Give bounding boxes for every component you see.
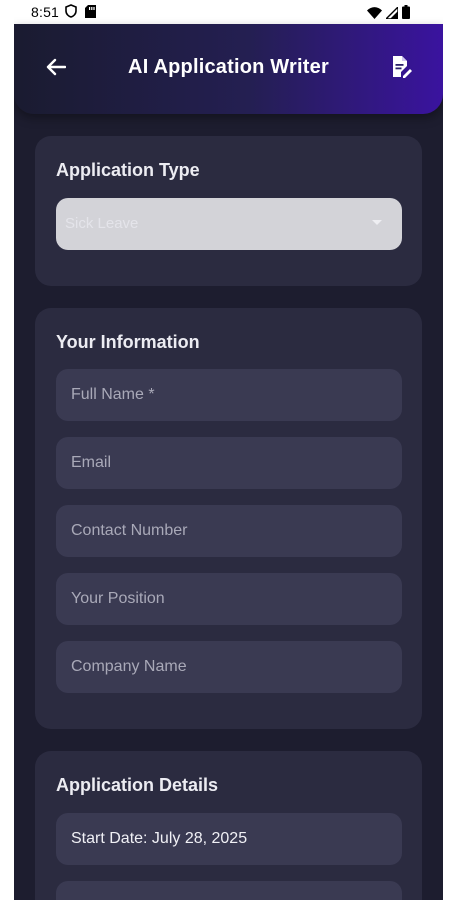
status-bar: 8:51 [14, 0, 443, 24]
application-details-card: Application Details Start Date: July 28,… [35, 751, 422, 900]
contact-number-input[interactable] [56, 505, 402, 557]
document-edit-icon [391, 55, 413, 84]
wifi-icon [367, 6, 382, 24]
position-input[interactable] [56, 573, 402, 625]
full-name-input[interactable] [56, 369, 402, 421]
application-type-selected: Sick Leave [65, 215, 139, 232]
chevron-down-icon [372, 220, 382, 225]
email-input[interactable] [56, 437, 402, 489]
app-bar: AI Application Writer [14, 24, 443, 114]
sd-card-icon [85, 4, 96, 23]
battery-icon [402, 5, 410, 24]
application-type-title: Application Type [56, 160, 200, 180]
company-name-input[interactable] [56, 641, 402, 693]
application-type-dropdown[interactable]: Sick Leave [56, 198, 402, 250]
application-type-card: Application Type Sick Leave [35, 136, 422, 286]
end-date-field[interactable] [56, 881, 402, 900]
start-date-field[interactable]: Start Date: July 28, 2025 [56, 813, 402, 865]
application-details-title: Application Details [56, 775, 219, 795]
signal-icon [384, 4, 399, 24]
app-screen: 8:51 AI Application Writer Application T… [14, 0, 443, 900]
status-left-icons [65, 4, 96, 23]
your-information-card: Your Information [35, 308, 422, 729]
status-time: 8:51 [31, 4, 60, 20]
shield-icon [65, 4, 77, 23]
document-edit-button[interactable] [387, 54, 417, 84]
app-title: AI Application Writer [128, 56, 329, 78]
status-right-icons [367, 4, 410, 24]
your-information-title: Your Information [56, 332, 200, 352]
